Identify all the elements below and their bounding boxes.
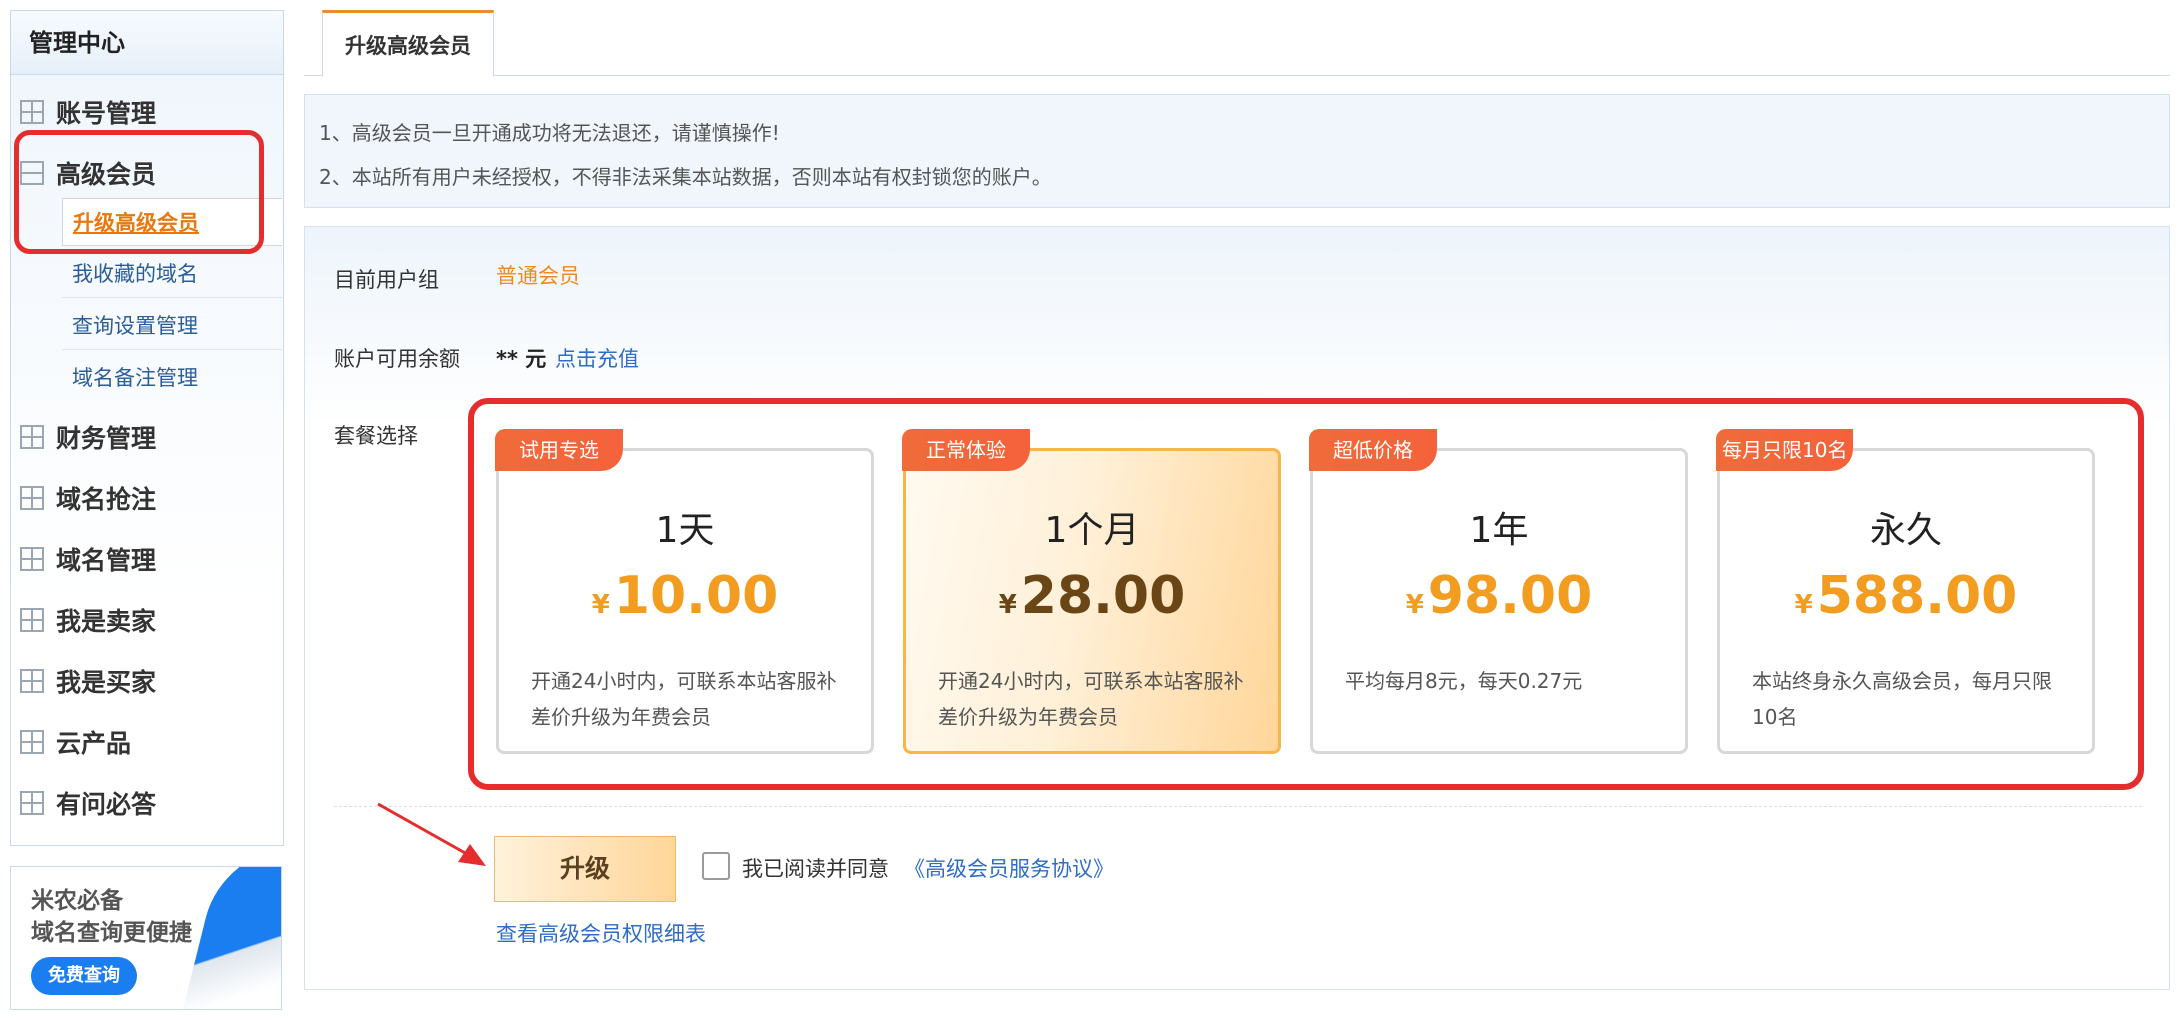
- arrow-annotation-icon: [377, 802, 486, 866]
- user-group-label: 目前用户组: [334, 268, 439, 292]
- price-amount: 10.00: [613, 566, 779, 626]
- banner-line-2: 域名查询更便捷: [31, 920, 192, 946]
- sidebar-item-label: 域名管理: [56, 546, 157, 575]
- sidebar-subitem-domain-notes[interactable]: 域名备注管理: [62, 354, 282, 402]
- sidebar-item-label: 我是卖家: [56, 607, 157, 636]
- divider: [334, 806, 2142, 807]
- sidebar-item-seller[interactable]: 我是卖家: [20, 600, 156, 640]
- package-price: ¥98.00: [1313, 566, 1685, 626]
- agree-label: 我已阅读并同意: [742, 857, 889, 881]
- free-query-button[interactable]: 免费查询: [31, 957, 137, 995]
- price-amount: 98.00: [1427, 566, 1593, 626]
- sidebar-item-buyer[interactable]: 我是买家: [20, 661, 156, 701]
- currency-symbol: ¥: [1405, 590, 1424, 620]
- expand-plus-icon: [20, 669, 44, 693]
- currency-symbol: ¥: [1794, 590, 1813, 620]
- sidebar-item-label: 我是买家: [56, 668, 157, 697]
- sidebar-item-label: 财务管理: [56, 424, 157, 453]
- package-description: 本站终身永久高级会员，每月只限10名: [1752, 669, 2052, 729]
- package-card-1month[interactable]: 正常体验 1个月 ¥28.00 开通24小时内，可联系本站客服补差价升级为年费会…: [902, 429, 1281, 754]
- package-tag: 超低价格: [1309, 429, 1437, 471]
- expand-plus-icon: [20, 100, 44, 124]
- sidebar-item-cloud[interactable]: 云产品: [20, 722, 131, 762]
- package-duration: 1个月: [1044, 510, 1140, 551]
- package-description: 开通24小时内，可联系本站客服补差价升级为年费会员: [531, 669, 837, 729]
- notice-box: 1、高级会员一旦开通成功将无法退还，请谨慎操作! 2、本站所有用户未经授权，不得…: [304, 94, 2170, 208]
- sidebar-item-label: 账号管理: [56, 99, 157, 128]
- package-duration: 永久: [1869, 510, 1942, 551]
- package-card-1year[interactable]: 超低价格 1年 ¥98.00 平均每月8元，每天0.27元: [1309, 429, 1688, 754]
- package-duration: 1年: [1469, 510, 1529, 551]
- expand-plus-icon: [20, 547, 44, 571]
- user-group-value: 普通会员: [496, 264, 580, 288]
- package-description: 平均每月8元，每天0.27元: [1345, 669, 1583, 693]
- sidebar-item-label: 云产品: [56, 729, 132, 758]
- banner-line-1: 米农必备: [31, 888, 123, 914]
- sidebar-item-faq[interactable]: 有问必答: [20, 783, 156, 823]
- sidebar-item-label: 有问必答: [56, 790, 157, 819]
- currency-symbol: ¥: [998, 590, 1017, 620]
- price-amount: 588.00: [1816, 566, 2018, 626]
- package-card-lifetime[interactable]: 每月只限10名 永久 ¥588.00 本站终身永久高级会员，每月只限10名: [1716, 429, 2095, 754]
- banner-decoration: [178, 867, 281, 1009]
- expand-plus-icon: [20, 791, 44, 815]
- balance-label: 账户可用余额: [334, 347, 460, 371]
- expand-plus-icon: [20, 425, 44, 449]
- expand-plus-icon: [20, 608, 44, 632]
- package-price: ¥588.00: [1720, 566, 2092, 626]
- currency-symbol: ¥: [591, 590, 610, 620]
- sidebar-item-account[interactable]: 账号管理: [20, 92, 156, 132]
- recharge-link[interactable]: 点击充值: [555, 343, 639, 373]
- sidebar-subitem-query-settings[interactable]: 查询设置管理: [62, 302, 282, 350]
- notice-line-1: 1、高级会员一旦开通成功将无法退还，请谨慎操作!: [319, 121, 780, 145]
- member-rights-link[interactable]: 查看高级会员权限细表: [496, 918, 706, 948]
- sidebar-subitem-favorites[interactable]: 我收藏的域名: [62, 250, 282, 298]
- sidebar-item-label: 域名抢注: [56, 485, 157, 514]
- notice-line-2: 2、本站所有用户未经授权，不得非法采集本站数据，否则本站有权封锁您的账户。: [319, 165, 1052, 189]
- package-label: 套餐选择: [334, 424, 418, 448]
- sidebar-item-finance[interactable]: 财务管理: [20, 417, 156, 457]
- promo-banner[interactable]: 米农必备 域名查询更便捷 免费查询: [10, 866, 282, 1010]
- sidebar-item-snapback[interactable]: 域名抢注: [20, 478, 156, 518]
- sidebar-title: 管理中心: [11, 11, 283, 75]
- tab-upgrade-premium[interactable]: 升级高级会员: [322, 10, 494, 77]
- package-card-1day[interactable]: 试用专选 1天 ¥10.00 开通24小时内，可联系本站客服补差价升级为年费会员: [495, 429, 874, 754]
- package-duration: 1天: [655, 510, 715, 551]
- package-tag: 正常体验: [902, 429, 1030, 471]
- package-tag: 试用专选: [495, 429, 623, 471]
- sidebar-item-domain-mgmt[interactable]: 域名管理: [20, 539, 156, 579]
- upgrade-button[interactable]: 升级: [494, 836, 676, 902]
- package-tag: 每月只限10名: [1716, 429, 1854, 471]
- tab-bar: 升级高级会员: [304, 10, 2170, 77]
- expand-plus-icon: [20, 486, 44, 510]
- price-amount: 28.00: [1020, 566, 1186, 626]
- package-price: ¥28.00: [906, 566, 1278, 626]
- sidebar-highlight-annotation: [14, 130, 264, 254]
- balance-value: ** 元: [496, 347, 547, 371]
- service-agreement-link[interactable]: 《高级会员服务协议》: [904, 853, 1114, 883]
- package-price: ¥10.00: [499, 566, 871, 626]
- package-description: 开通24小时内，可联系本站客服补差价升级为年费会员: [938, 669, 1244, 729]
- agree-checkbox[interactable]: [702, 852, 730, 880]
- expand-plus-icon: [20, 730, 44, 754]
